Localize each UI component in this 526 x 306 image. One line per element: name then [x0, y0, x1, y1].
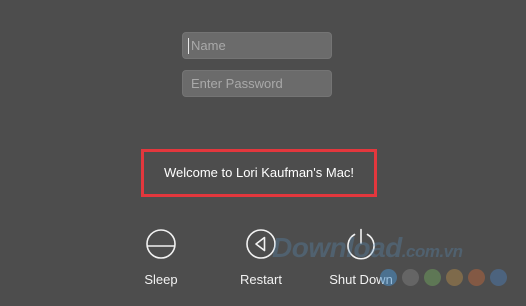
sleep-button[interactable]: Sleep [116, 228, 206, 287]
login-window-message: Welcome to Lori Kaufman's Mac! [141, 149, 377, 197]
watermark-suffix: .com.vn [401, 242, 463, 261]
watermark-dot [490, 269, 507, 286]
watermark-dot [468, 269, 485, 286]
password-placeholder: Enter Password [191, 76, 283, 91]
watermark-dot [402, 269, 419, 286]
name-placeholder: Name [191, 38, 226, 53]
watermark-dots [380, 269, 507, 286]
name-field[interactable]: Name [182, 32, 332, 59]
watermark-dot [446, 269, 463, 286]
password-field[interactable]: Enter Password [182, 70, 332, 97]
login-screen: Name Enter Password Welcome to Lori Kauf… [0, 0, 526, 306]
watermark-main: Download [272, 232, 402, 263]
text-cursor [188, 38, 189, 54]
restart-label: Restart [240, 272, 282, 287]
watermark-logo: Download.com.vn [272, 232, 463, 264]
watermark-dot [380, 269, 397, 286]
watermark-dot [424, 269, 441, 286]
sleep-label: Sleep [144, 272, 178, 287]
sleep-icon [146, 229, 176, 259]
message-text: Welcome to Lori Kaufman's Mac! [163, 165, 355, 180]
